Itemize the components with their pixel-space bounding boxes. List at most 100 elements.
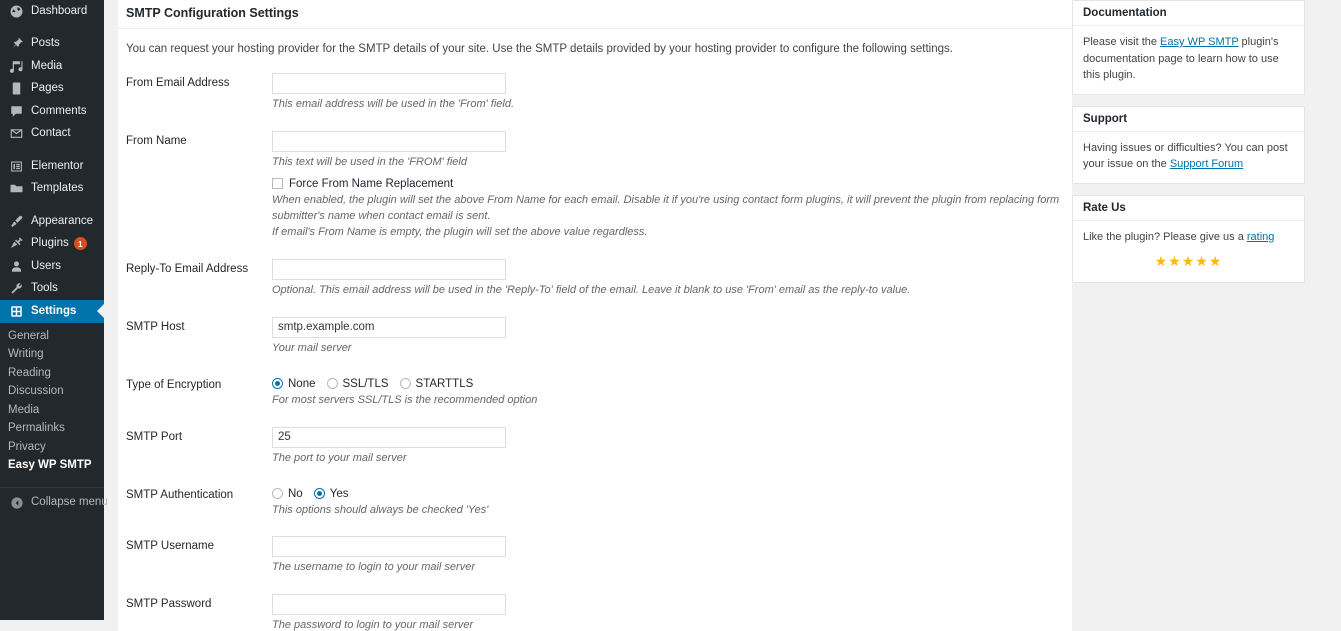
smtp-host-label: SMTP Host bbox=[126, 320, 185, 333]
sidebar-item-contact[interactable]: Contact bbox=[0, 123, 104, 146]
encryption-option-none[interactable]: None bbox=[272, 378, 316, 390]
smtp-auth-radio-no[interactable] bbox=[272, 488, 283, 500]
documentation-title: Documentation bbox=[1073, 1, 1304, 26]
field-row-from-name: From Name This text will be used in the … bbox=[126, 131, 1064, 241]
rate-us-body: Like the plugin? Please give us a rating… bbox=[1073, 221, 1304, 283]
smtp-auth-option-no[interactable]: No bbox=[272, 488, 303, 500]
menu-separator bbox=[0, 23, 104, 33]
sidebar-item-tools[interactable]: Tools bbox=[0, 278, 104, 301]
row-spacer bbox=[126, 467, 1064, 485]
row-spacer bbox=[126, 518, 1064, 536]
smtp-port-label: SMTP Port bbox=[126, 430, 183, 443]
sidebar-item-dashboard[interactable]: Dashboard bbox=[0, 0, 104, 23]
main-column: SMTP Configuration Settings You can requ… bbox=[104, 0, 1072, 631]
encryption-radio-starttls[interactable] bbox=[399, 378, 411, 390]
from-email-input[interactable] bbox=[272, 73, 506, 95]
submenu-item-label: Discussion bbox=[8, 385, 64, 398]
user-icon bbox=[8, 258, 25, 275]
brush-icon bbox=[8, 213, 25, 230]
submenu-item-label: Privacy bbox=[8, 440, 46, 453]
sidebar-item-label: Tools bbox=[31, 282, 58, 294]
submenu-item-label: Easy WP SMTP bbox=[8, 459, 92, 472]
sidebar-item-label: Appearance bbox=[31, 214, 94, 227]
rate-us-panel: Rate Us Like the plugin? Please give us … bbox=[1072, 194, 1305, 283]
force-from-name-row[interactable]: Force From Name Replacement bbox=[272, 178, 1064, 190]
encryption-option-label: SSL/TLS bbox=[342, 377, 389, 390]
sidebar-item-label: Contact bbox=[31, 127, 71, 139]
submenu-item-general[interactable]: General bbox=[0, 327, 104, 346]
submenu-item-media[interactable]: Media bbox=[0, 401, 104, 420]
force-from-name-checkbox[interactable] bbox=[272, 178, 283, 190]
sidebar-item-media[interactable]: Media bbox=[0, 55, 104, 78]
submenu-item-label: Media bbox=[8, 403, 40, 416]
star-rating-icon[interactable]: ★★★★★ bbox=[1083, 251, 1294, 272]
from-email-label: From Email Address bbox=[126, 77, 230, 90]
content-area: SMTP Configuration Settings You can requ… bbox=[104, 0, 1341, 631]
smtp-password-input[interactable] bbox=[272, 594, 506, 616]
sidebar-item-posts[interactable]: Posts bbox=[0, 33, 104, 56]
encryption-option-label: None bbox=[288, 377, 316, 390]
smtp-auth-radio-yes[interactable] bbox=[313, 488, 325, 500]
folder-icon bbox=[8, 180, 25, 197]
pin-icon bbox=[8, 35, 25, 52]
smtp-auth-radio-group: No Yes bbox=[272, 488, 1064, 500]
smtp-auth-hint: This options should always be checked 'Y… bbox=[272, 503, 489, 516]
sidebar-item-label: Plugins bbox=[31, 237, 69, 249]
smtp-auth-option-yes[interactable]: Yes bbox=[313, 488, 348, 500]
submenu-item-label: Reading bbox=[8, 366, 51, 379]
settings-submenu: General Writing Reading Discussion Media… bbox=[0, 323, 104, 479]
row-spacer bbox=[126, 241, 1064, 259]
sidebar-panels: Documentation Please visit the Easy WP S… bbox=[1072, 0, 1313, 631]
smtp-username-label: SMTP Username bbox=[126, 540, 214, 553]
field-row-smtp-port: SMTP Port The port to your mail server bbox=[126, 426, 1064, 467]
submenu-item-writing[interactable]: Writing bbox=[0, 345, 104, 364]
easy-wp-smtp-link[interactable]: Easy WP SMTP bbox=[1160, 36, 1238, 48]
sidebar-item-pages[interactable]: Pages bbox=[0, 78, 104, 101]
support-forum-link[interactable]: Support Forum bbox=[1170, 158, 1243, 170]
submenu-item-easy-wp-smtp[interactable]: Easy WP SMTP bbox=[0, 456, 104, 475]
encryption-hint: For most servers SSL/TLS is the recommen… bbox=[272, 393, 538, 406]
page-title: SMTP Configuration Settings bbox=[118, 0, 1072, 29]
sidebar-item-templates[interactable]: Templates bbox=[0, 178, 104, 201]
dashboard-icon bbox=[8, 3, 25, 20]
field-row-reply-to: Reply-To Email Address Optional. This em… bbox=[126, 258, 1064, 299]
sidebar-item-elementor[interactable]: Elementor bbox=[0, 155, 104, 178]
encryption-radio-none[interactable] bbox=[272, 378, 283, 390]
from-name-hint: This text will be used in the 'FROM' fie… bbox=[272, 156, 467, 169]
smtp-host-input[interactable] bbox=[272, 316, 506, 338]
row-spacer bbox=[126, 299, 1064, 317]
submenu-item-permalinks[interactable]: Permalinks bbox=[0, 419, 104, 438]
smtp-port-input[interactable] bbox=[272, 426, 506, 448]
smtp-host-hint: Your mail server bbox=[272, 341, 352, 354]
force-from-name-label: Force From Name Replacement bbox=[289, 177, 454, 190]
from-name-label: From Name bbox=[126, 135, 187, 148]
rating-link[interactable]: rating bbox=[1247, 231, 1275, 243]
sidebar-item-plugins[interactable]: Plugins 1 bbox=[0, 233, 104, 256]
sidebar-item-appearance[interactable]: Appearance bbox=[0, 210, 104, 233]
submenu-item-discussion[interactable]: Discussion bbox=[0, 382, 104, 401]
sidebar-item-label: Dashboard bbox=[31, 4, 88, 17]
smtp-username-input[interactable] bbox=[272, 536, 506, 558]
submenu-item-privacy[interactable]: Privacy bbox=[0, 438, 104, 457]
sidebar-item-settings[interactable]: Settings bbox=[0, 300, 104, 323]
collapse-menu-label: Collapse menu bbox=[31, 496, 108, 508]
row-spacer bbox=[126, 357, 1064, 375]
rate-us-title: Rate Us bbox=[1073, 196, 1304, 221]
smtp-settings-panel: SMTP Configuration Settings You can requ… bbox=[118, 0, 1072, 631]
reply-to-input[interactable] bbox=[272, 258, 506, 280]
smtp-password-label: SMTP Password bbox=[126, 598, 212, 611]
smtp-auth-option-label: No bbox=[288, 487, 303, 500]
sidebar-item-comments[interactable]: Comments bbox=[0, 100, 104, 123]
submenu-item-reading[interactable]: Reading bbox=[0, 364, 104, 383]
encryption-radio-ssltls[interactable] bbox=[326, 378, 338, 390]
encryption-option-ssltls[interactable]: SSL/TLS bbox=[326, 377, 389, 390]
menu-separator bbox=[0, 200, 104, 210]
sidebar-item-users[interactable]: Users bbox=[0, 255, 104, 278]
support-body: Having issues or difficulties? You can p… bbox=[1073, 132, 1304, 183]
media-icon bbox=[8, 58, 25, 75]
from-name-input[interactable] bbox=[272, 131, 506, 153]
collapse-menu-button[interactable]: Collapse menu bbox=[0, 492, 108, 515]
field-row-smtp-username: SMTP Username The username to login to y… bbox=[126, 536, 1064, 576]
encryption-option-starttls[interactable]: STARTTLS bbox=[399, 378, 473, 390]
field-row-from-email: From Email Address This email address wi… bbox=[126, 73, 1064, 113]
